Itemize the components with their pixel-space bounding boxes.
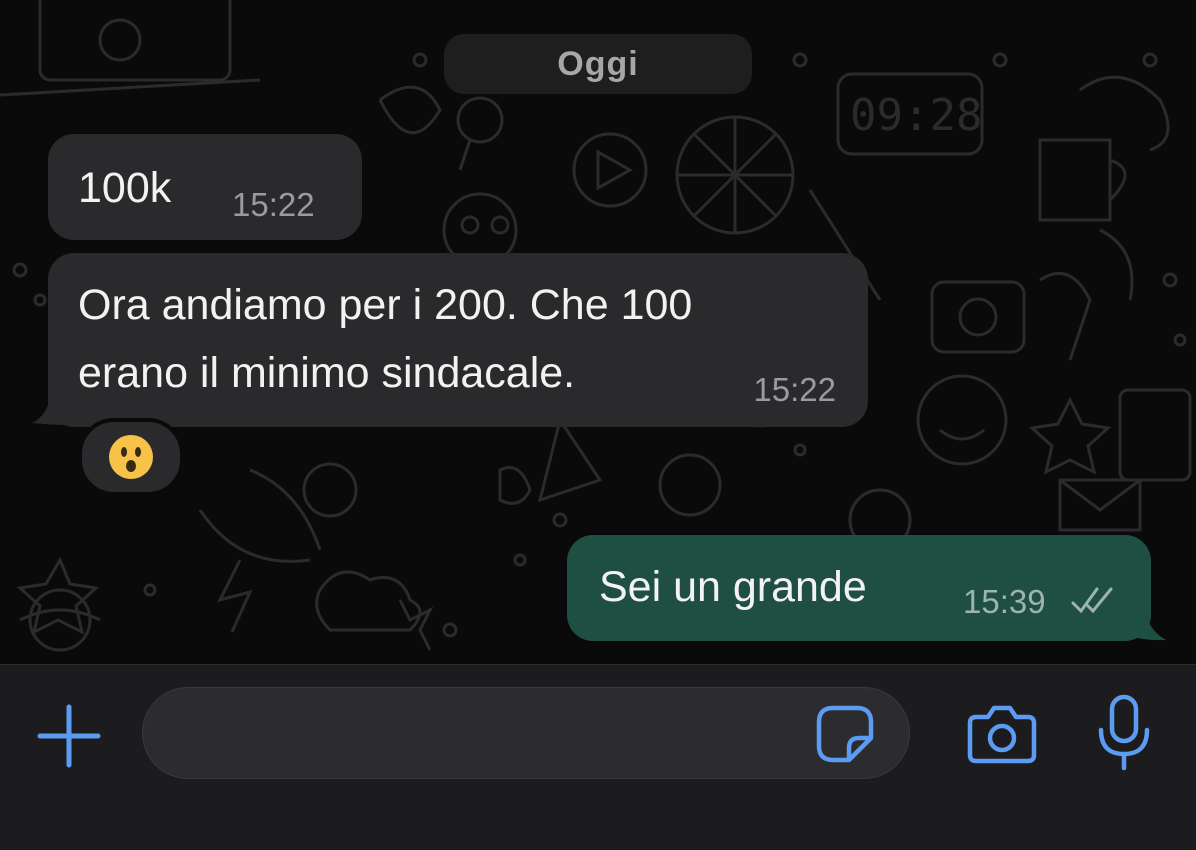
camera-button[interactable] [964, 699, 1040, 769]
message-time: 15:22 [753, 371, 836, 408]
sticker-icon [816, 705, 874, 763]
reaction-badge[interactable] [78, 418, 184, 496]
microphone-button[interactable] [1094, 693, 1154, 773]
plus-icon [37, 704, 101, 768]
message-text: Ora andiamo per i 200. Che 100 erano il … [78, 281, 693, 397]
message-text: Sei un grande [599, 563, 867, 611]
bubble-tail [1130, 598, 1166, 641]
attach-button[interactable] [34, 701, 104, 771]
message-composer [0, 664, 1196, 850]
incoming-message[interactable]: 100k [48, 134, 362, 240]
message-time: 15:22 [232, 186, 315, 223]
message-time: 15:39 [963, 583, 1046, 620]
camera-icon [967, 705, 1037, 764]
chat-screen: 09:28 Oggi 100k 15:22 Ora andiamo per i … [0, 0, 1196, 850]
surprised-face-icon [109, 435, 153, 479]
chat-area[interactable]: 09:28 Oggi 100k 15:22 Ora andiamo per i … [0, 0, 1196, 664]
double-check-icon [1071, 587, 1113, 614]
incoming-message[interactable]: Ora andiamo per i 200. Che 100 erano il … [48, 253, 868, 427]
sticker-button[interactable] [812, 701, 878, 767]
message-input[interactable] [173, 688, 813, 778]
message-text: 100k [78, 164, 172, 212]
microphone-icon [1098, 694, 1150, 771]
date-separator: Oggi [444, 34, 752, 94]
wallpaper-clock: 09:28 [850, 90, 982, 141]
message-input-field[interactable] [142, 687, 910, 779]
outgoing-message[interactable]: Sei un grande 15:39 [567, 535, 1151, 641]
